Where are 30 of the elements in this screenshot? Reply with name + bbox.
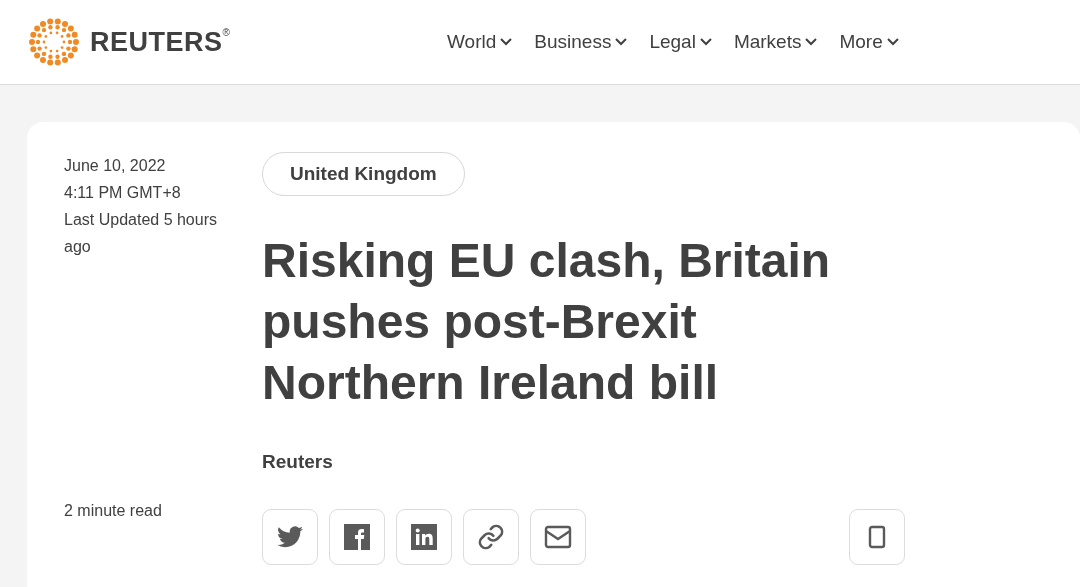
share-button[interactable] xyxy=(329,509,385,565)
nav-link[interactable]: World xyxy=(447,31,513,53)
linkedin-icon xyxy=(411,524,437,550)
read-time: 2 minute read xyxy=(64,501,163,521)
share-button[interactable] xyxy=(262,509,318,565)
document-icon xyxy=(868,525,886,549)
share-button[interactable] xyxy=(396,509,452,565)
chevron-down-icon xyxy=(805,38,818,46)
chevron-down-icon xyxy=(699,38,712,46)
envelope-icon xyxy=(544,525,572,549)
nav-link[interactable]: Markets xyxy=(733,31,818,53)
share-button[interactable] xyxy=(530,509,586,565)
bird-icon xyxy=(277,526,303,548)
publish-date: June 10, 2022 xyxy=(64,156,167,176)
publish-time: 4:11 PM GMT+8 xyxy=(64,183,182,203)
chevron-down-icon xyxy=(615,38,628,46)
dotted-circle-logo-icon xyxy=(26,17,82,67)
chevron-down-icon xyxy=(886,38,899,46)
link-icon xyxy=(477,523,505,551)
article-headline: Risking EU clash, Britain pushes post-Brexit Northern Ireland bill xyxy=(262,233,832,411)
nav-link[interactable]: Business xyxy=(534,31,628,53)
nav-link[interactable]: Legal xyxy=(649,31,712,53)
last-updated: Last Updated 5 hours ago xyxy=(64,210,218,257)
chevron-down-icon xyxy=(500,38,513,46)
byline: Reuters xyxy=(262,451,333,473)
logo-wordmark[interactable]: REUTERS$^{®}$ xyxy=(90,26,231,58)
facebook-icon xyxy=(344,524,370,550)
nav-link[interactable]: More xyxy=(839,31,899,53)
device-button[interactable] xyxy=(849,509,905,565)
share-button[interactable] xyxy=(463,509,519,565)
